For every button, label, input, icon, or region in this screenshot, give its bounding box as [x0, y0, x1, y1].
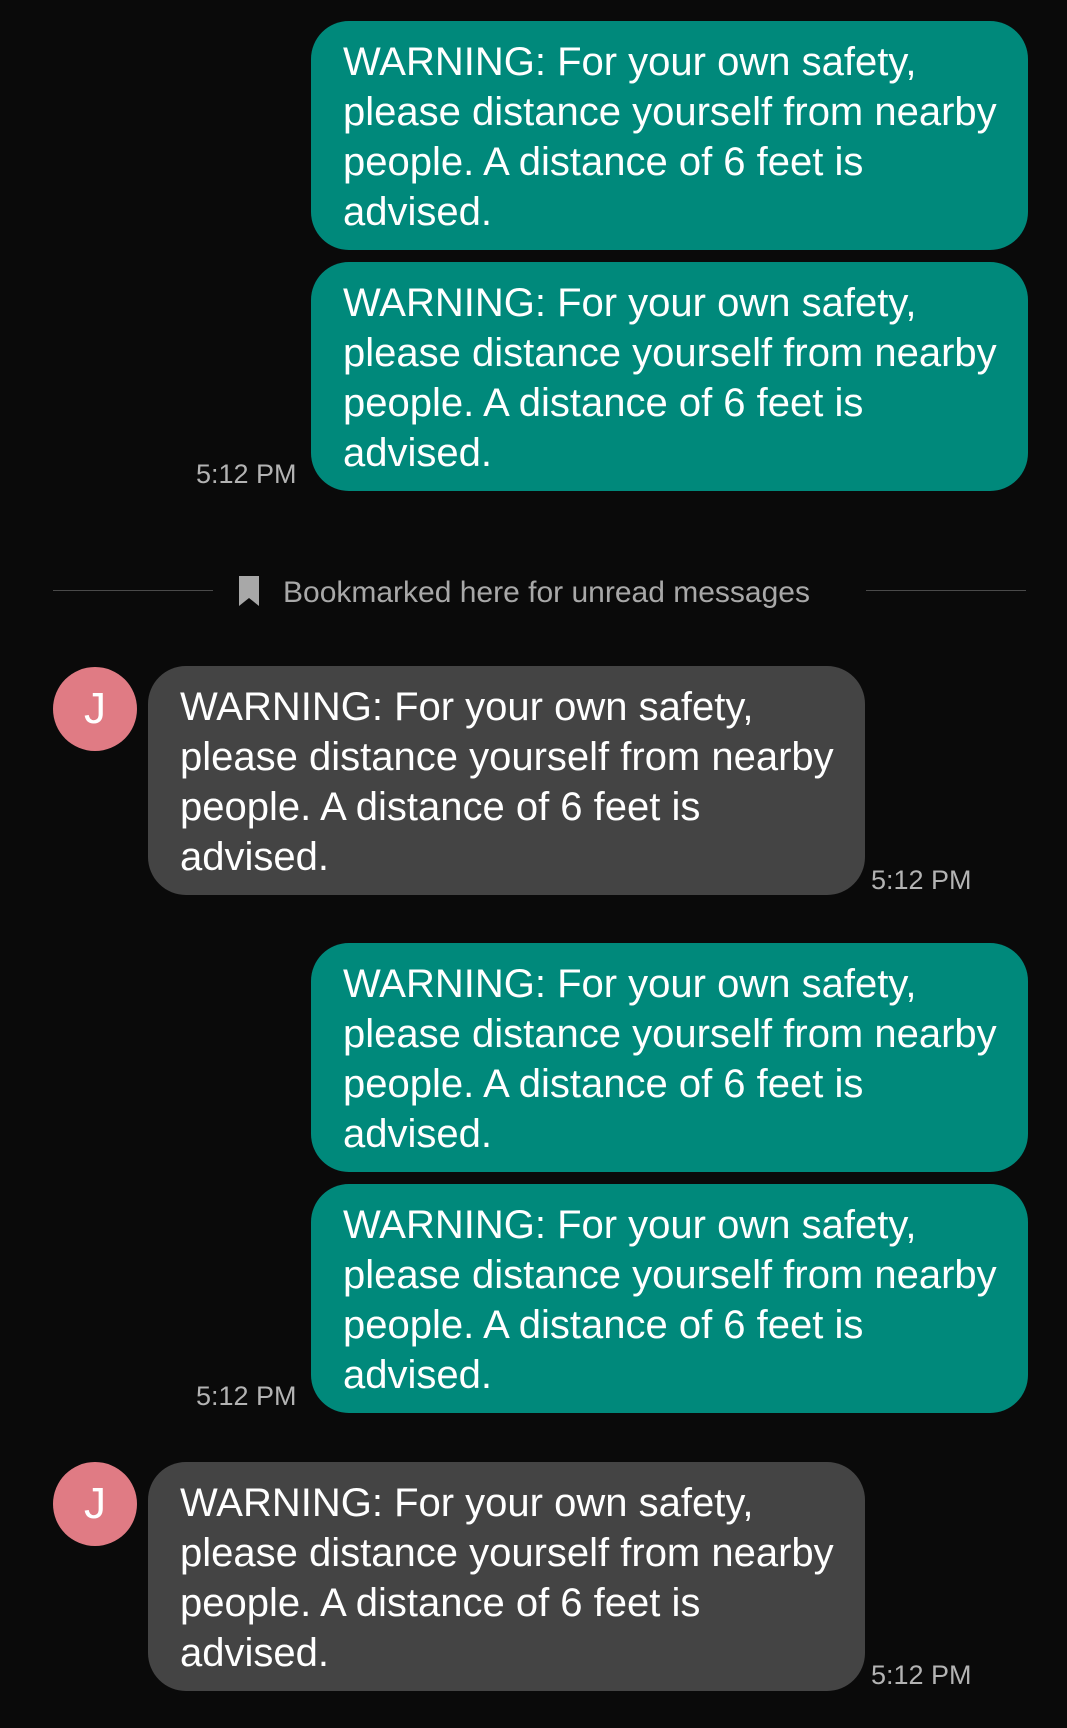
message-text: WARNING: For your own safety, please dis…	[343, 281, 997, 475]
message-bubble-received[interactable]: WARNING: For your own safety, please dis…	[148, 1462, 865, 1691]
message-timestamp: 5:12 PM	[871, 1660, 972, 1690]
divider-line-right	[866, 590, 1026, 591]
message-bubble-sent[interactable]: WARNING: For your own safety, please dis…	[311, 21, 1028, 250]
message-text: WARNING: For your own safety, please dis…	[343, 40, 997, 234]
message-timestamp: 5:12 PM	[196, 1381, 297, 1411]
bookmark-icon	[239, 576, 259, 606]
message-text: WARNING: For your own safety, please dis…	[180, 685, 834, 879]
message-bubble-sent[interactable]: WARNING: For your own safety, please dis…	[311, 262, 1028, 491]
contact-avatar[interactable]: J	[53, 1462, 137, 1546]
contact-avatar[interactable]: J	[53, 667, 137, 751]
message-bubble-sent[interactable]: WARNING: For your own safety, please dis…	[311, 1184, 1028, 1413]
message-bubble-sent[interactable]: WARNING: For your own safety, please dis…	[311, 943, 1028, 1172]
message-bubble-received[interactable]: WARNING: For your own safety, please dis…	[148, 666, 865, 895]
message-text: WARNING: For your own safety, please dis…	[343, 1203, 997, 1397]
unread-divider-label: Bookmarked here for unread messages	[283, 576, 810, 609]
divider-line-left	[53, 590, 213, 591]
message-timestamp: 5:12 PM	[871, 865, 972, 895]
message-text: WARNING: For your own safety, please dis…	[180, 1481, 834, 1675]
message-text: WARNING: For your own safety, please dis…	[343, 962, 997, 1156]
message-timestamp: 5:12 PM	[196, 459, 297, 489]
